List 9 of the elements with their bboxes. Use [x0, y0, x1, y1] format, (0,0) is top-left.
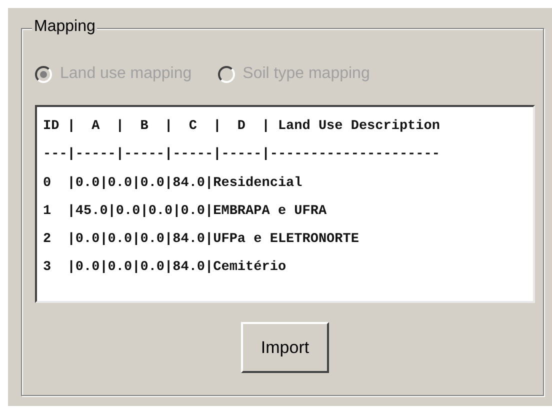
text-line: 0 |0.0|0.0|0.0|84.0|Residencial — [43, 174, 304, 193]
import-button[interactable]: Import — [241, 322, 329, 373]
text-line: 1 |45.0|0.0|0.0|0.0|EMBRAPA e UFRA — [43, 202, 328, 221]
text-line: ---|-----|-----|-----|-----|--------------------- — [43, 146, 441, 164]
group-title: Mapping — [32, 18, 98, 36]
text-line: 3 |0.0|0.0|0.0|84.0|Cemitério — [43, 259, 288, 278]
text-line: ID | A | B | C | D | Land Use Description — [43, 118, 441, 136]
text-line: 2 |0.0|0.0|0.0|84.0|UFPa e ELETRONORTE — [43, 231, 360, 250]
text-area[interactable] — [35, 105, 535, 303]
